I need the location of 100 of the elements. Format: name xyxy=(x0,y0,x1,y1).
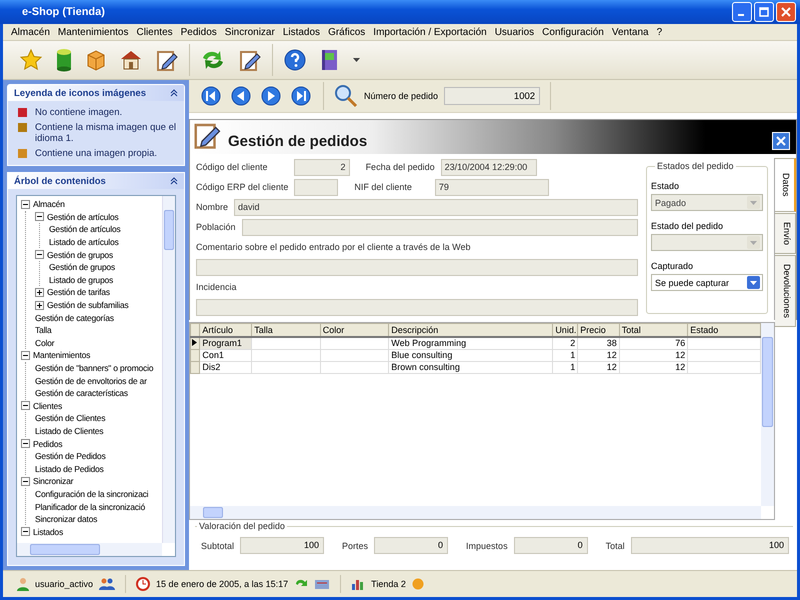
field-label: Subtotal xyxy=(201,540,234,550)
horizontal-scrollbar[interactable] xyxy=(190,506,761,519)
column-header[interactable]: Precio xyxy=(578,324,620,336)
tree-item[interactable]: Sincronizar xyxy=(33,476,74,486)
expander-icon[interactable] xyxy=(35,212,44,222)
expander-icon[interactable] xyxy=(21,476,30,486)
column-header[interactable]: Unid. xyxy=(552,324,578,336)
text-field[interactable]: 79 xyxy=(434,178,549,196)
expander-icon[interactable] xyxy=(21,401,30,410)
text-field[interactable] xyxy=(294,178,338,196)
tree-item[interactable]: Gestión de categorías xyxy=(35,312,114,323)
expander-icon[interactable] xyxy=(35,250,44,260)
column-header[interactable]: Total xyxy=(619,324,688,336)
expander-icon[interactable] xyxy=(21,200,30,209)
tree-item[interactable]: Gestión de de envoltorios de ar xyxy=(35,376,147,386)
house-icon[interactable] xyxy=(119,48,143,72)
column-header[interactable]: Talla xyxy=(252,324,320,336)
tree-item[interactable]: Gestión de artículos xyxy=(49,224,120,234)
first-record-icon[interactable] xyxy=(201,86,221,106)
menu-item[interactable]: Listados xyxy=(278,26,324,38)
tree-item[interactable]: Planificador de la sincronizació xyxy=(35,502,145,512)
text-field[interactable] xyxy=(196,298,638,316)
expander-icon[interactable] xyxy=(21,527,30,536)
tree-item[interactable]: Gestión de grupos xyxy=(47,250,113,260)
field-label: Fecha del pedido xyxy=(366,162,435,172)
tree-item[interactable]: Mantenimientos xyxy=(33,350,90,360)
star-icon[interactable] xyxy=(19,48,43,72)
tab[interactable]: Envío xyxy=(775,212,796,254)
menu-item[interactable]: Almacén xyxy=(7,26,54,38)
tab[interactable]: Devoluciones xyxy=(775,254,796,327)
tree-item[interactable]: Configuración de la sincronizaci xyxy=(35,488,148,499)
menu-item[interactable]: Clientes xyxy=(132,26,177,38)
search-icon[interactable] xyxy=(334,84,358,108)
table-cell: 2 xyxy=(552,336,578,349)
vertical-scrollbar[interactable] xyxy=(761,323,774,506)
cylinder-icon[interactable] xyxy=(55,48,73,72)
text-field[interactable]: 23/10/2004 12:29:00 xyxy=(440,158,537,176)
horizontal-scrollbar[interactable] xyxy=(17,543,162,556)
text-field[interactable] xyxy=(242,218,638,236)
tree-item[interactable]: Gestión de subfamilias xyxy=(47,300,128,310)
maximize-button[interactable] xyxy=(754,2,774,22)
text-field[interactable]: 2 xyxy=(294,158,350,176)
menu-item[interactable]: Pedidos xyxy=(176,26,221,38)
tree-item[interactable]: Gestión de Pedidos xyxy=(35,451,106,462)
menu-item[interactable]: Mantenimientos xyxy=(54,26,132,38)
tree-item[interactable]: Listado de Clientes xyxy=(35,426,104,436)
tree-item[interactable]: Listados xyxy=(33,526,64,537)
tree-item[interactable]: Gestión de características xyxy=(35,388,128,398)
tree-item[interactable]: Gestión de artículos xyxy=(47,212,118,222)
tab[interactable]: Datos xyxy=(775,158,796,212)
tree-item[interactable]: Gestión de tarifas xyxy=(47,287,110,298)
text-field[interactable]: 0 xyxy=(514,537,588,554)
tree-item[interactable]: Listado de Pedidos xyxy=(35,464,104,474)
column-header[interactable]: Color xyxy=(320,324,389,336)
collapse-icon[interactable] xyxy=(170,89,178,97)
collapse-icon[interactable] xyxy=(170,177,178,185)
notepad-icon[interactable] xyxy=(155,48,179,72)
tree-item[interactable]: Talla xyxy=(35,325,52,336)
expander-icon[interactable] xyxy=(35,300,44,310)
column-header[interactable]: Artículo xyxy=(200,324,252,336)
tree-item[interactable]: Gestión de "banners" o promocio xyxy=(35,363,154,374)
tree-item[interactable]: Listado de grupos xyxy=(49,274,114,285)
text-field[interactable]: 100 xyxy=(240,537,324,554)
tree-item[interactable]: Gestión de Clientes xyxy=(35,413,106,424)
vertical-scrollbar[interactable] xyxy=(162,196,175,543)
close-button[interactable] xyxy=(772,132,790,150)
tree-item[interactable]: Pedidos xyxy=(33,438,62,449)
next-record-icon[interactable] xyxy=(261,86,281,106)
help-icon[interactable] xyxy=(283,48,307,72)
notepad-icon[interactable] xyxy=(238,48,262,72)
menu-item[interactable]: Ventana xyxy=(608,26,653,38)
last-record-icon[interactable] xyxy=(291,86,311,106)
caret-icon[interactable] xyxy=(353,58,360,62)
text-field[interactable]: david xyxy=(234,198,638,216)
text-field[interactable]: 100 xyxy=(630,537,789,554)
menu-item[interactable]: Gráficos xyxy=(324,26,370,38)
order-number-field[interactable]: 1002 xyxy=(444,87,540,105)
box-icon[interactable] xyxy=(85,48,107,72)
text-field[interactable]: 0 xyxy=(374,537,448,554)
menu-item[interactable]: Configuración xyxy=(538,26,608,38)
tree-item[interactable]: Gestión de grupos xyxy=(49,262,115,272)
previous-record-icon[interactable] xyxy=(231,86,251,106)
tree-item[interactable]: Clientes xyxy=(33,400,62,411)
tree-item[interactable]: Almacén xyxy=(33,199,65,210)
minimize-button[interactable] xyxy=(732,2,752,22)
tree-item[interactable]: Color xyxy=(35,338,54,348)
text-field[interactable] xyxy=(196,258,638,276)
tree-item[interactable]: Sincronizar datos xyxy=(35,514,98,524)
tree-item[interactable]: Listado de artículos xyxy=(49,237,119,248)
expander-icon[interactable] xyxy=(21,350,30,360)
expander-icon[interactable] xyxy=(35,288,44,297)
menu-item[interactable]: Sincronizar xyxy=(220,26,279,38)
expander-icon[interactable] xyxy=(21,439,30,448)
menu-item[interactable]: Importación / Exportación xyxy=(369,26,491,38)
column-header[interactable]: Estado xyxy=(688,324,760,336)
menu-item[interactable]: Usuarios xyxy=(490,26,538,38)
dropdown[interactable]: Se puede capturar xyxy=(651,274,763,291)
menu-item[interactable]: ? xyxy=(652,26,666,38)
close-button[interactable] xyxy=(776,2,796,22)
column-header[interactable]: Descripción xyxy=(388,324,553,336)
